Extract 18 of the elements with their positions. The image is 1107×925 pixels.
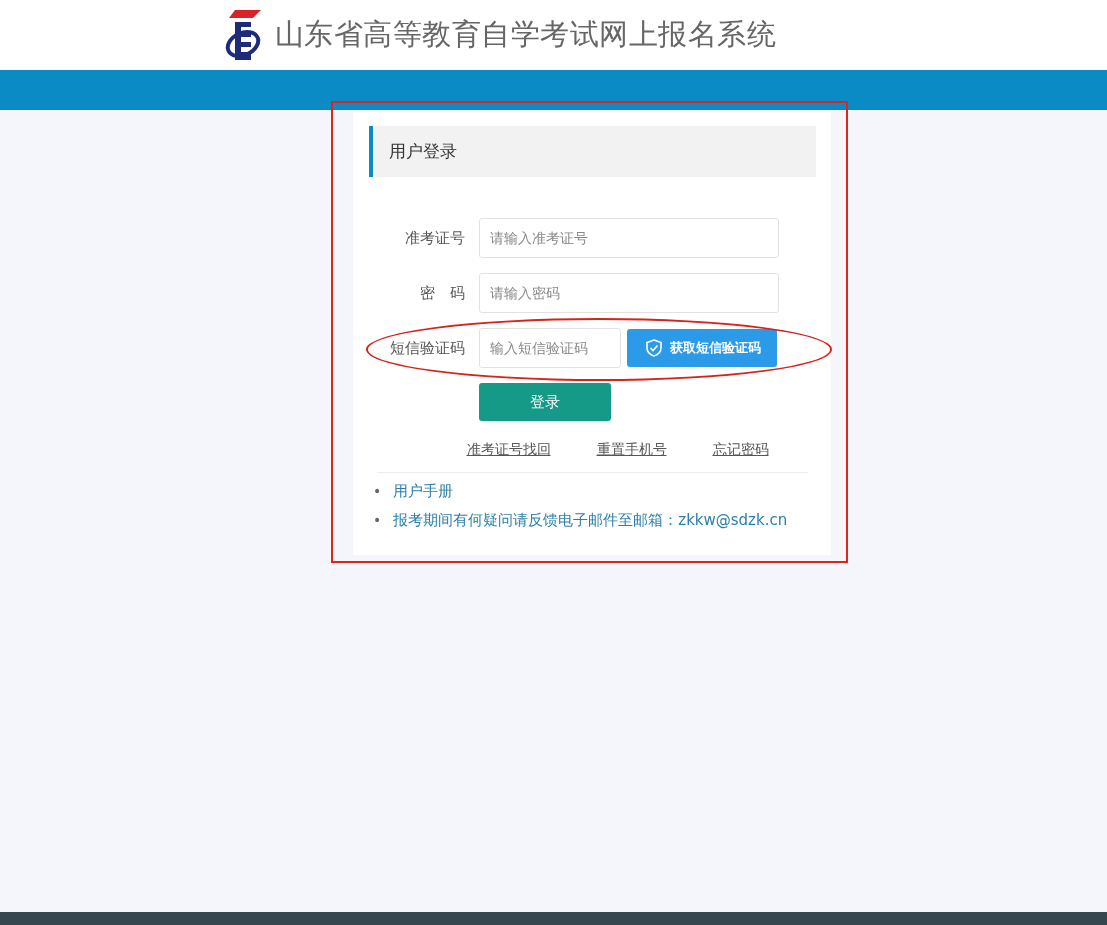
login-button[interactable]: 登录	[479, 383, 611, 421]
site-title: 山东省高等教育自学考试网上报名系统	[274, 16, 777, 53]
text-link[interactable]: 重置手机号	[596, 441, 667, 459]
text-link[interactable]: 忘记密码	[712, 441, 769, 459]
get-code-button[interactable]: 获取短信验证码	[627, 329, 777, 367]
text-link[interactable]: 准考证号找回	[466, 441, 551, 459]
sms-code-field[interactable]: 输入短信验证码	[479, 328, 621, 368]
info-link[interactable]: 用户手册	[393, 477, 454, 506]
info-link[interactable]: 报考期间有何疑问请反馈电子邮件至邮箱：zkkw@sdzk.cn	[393, 506, 788, 535]
bullet-mark: •	[373, 511, 382, 530]
card-title: 用户登录	[369, 126, 816, 177]
bullet-mark: •	[373, 482, 382, 501]
shield-check-icon	[643, 338, 664, 358]
field-label: 短信验证码	[389, 338, 465, 358]
field-label: 密 码	[419, 283, 465, 303]
exam-number-field[interactable]: 请输入准考证号	[479, 218, 779, 258]
password-field[interactable]: 请输入密码	[479, 273, 779, 313]
field-label: 准考证号	[404, 228, 465, 248]
